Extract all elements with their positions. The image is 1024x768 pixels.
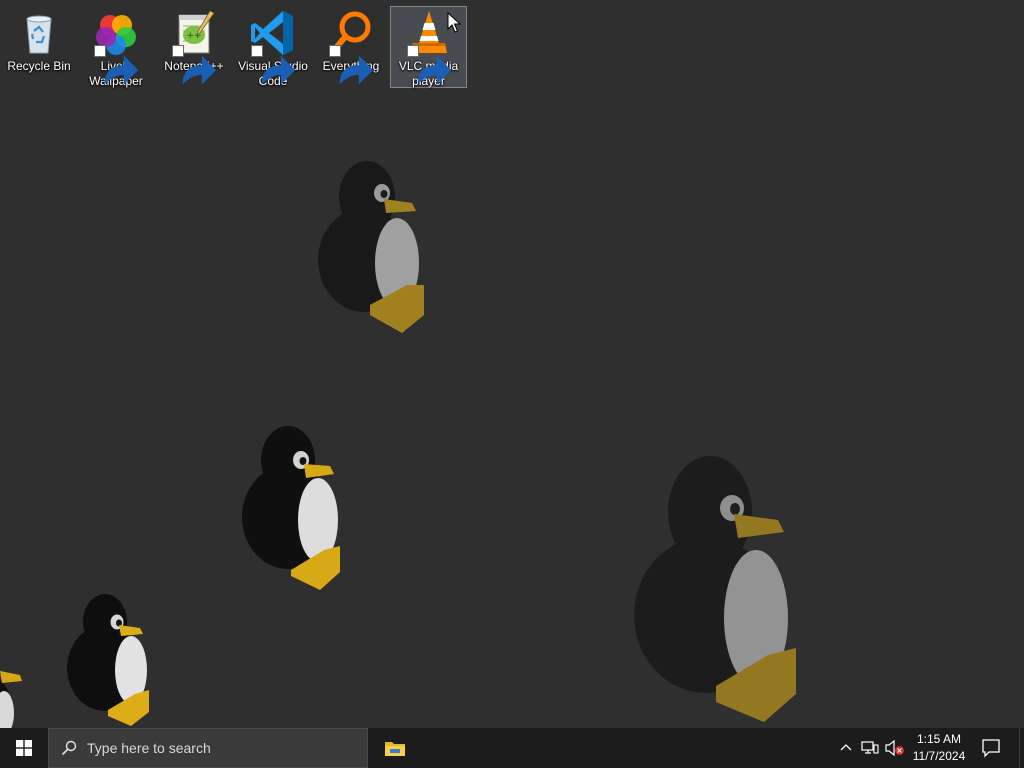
- search-placeholder: Type here to search: [87, 740, 211, 756]
- desktop-icon-lively-wallpaper[interactable]: Lively Wallpaper: [78, 6, 154, 88]
- vscode-icon: [249, 9, 297, 85]
- windows-logo-icon: [16, 740, 32, 756]
- file-explorer-icon: [385, 742, 405, 756]
- clock-time: 1:15 AM: [916, 732, 962, 746]
- everything-search-icon: [327, 9, 375, 85]
- action-center-icon: [982, 739, 1000, 758]
- desktop-icon-recycle-bin[interactable]: Recycle Bin: [1, 6, 77, 88]
- taskbar-search-box[interactable]: Type here to search: [48, 728, 368, 768]
- taskbar-clock[interactable]: 1:15 AM 11/7/2024: [906, 730, 972, 766]
- vlc-cone-icon: [405, 9, 453, 85]
- taskbar: Type here to search 1:15 AM 11/7/2024: [0, 728, 1024, 768]
- lively-wallpaper-icon: [92, 9, 140, 85]
- penguin-wallpaper-4: [628, 450, 798, 728]
- penguin-wallpaper-3: [63, 590, 158, 728]
- tray-network-button[interactable]: [861, 740, 879, 756]
- shortcut-arrow-icon: [329, 45, 374, 85]
- clock-date: 11/7/2024: [912, 749, 966, 763]
- desktop-icon-notepad-plus-plus[interactable]: ++ Notepad++: [156, 6, 232, 88]
- network-icon: [861, 741, 879, 754]
- search-icon: [62, 740, 77, 755]
- taskbar-file-explorer-button[interactable]: [372, 728, 418, 768]
- show-desktop-button[interactable]: [1019, 728, 1024, 768]
- penguin-wallpaper-2: [236, 422, 351, 597]
- penguin-wallpaper-1: [312, 155, 427, 335]
- volume-muted-icon: [885, 739, 904, 757]
- tray-overflow-button[interactable]: [838, 740, 854, 756]
- penguin-wallpaper-5: [0, 655, 30, 728]
- start-button[interactable]: [0, 728, 48, 768]
- desktop[interactable]: Recycle Bin Lively Wallpaper ++ Notepad+…: [0, 0, 1024, 728]
- mouse-cursor-icon: [447, 11, 462, 34]
- recycle-bin-icon: [15, 9, 63, 57]
- tray-volume-button[interactable]: [885, 739, 905, 757]
- desktop-icon-visual-studio-code[interactable]: Visual Studio Code: [235, 6, 311, 88]
- notepad-plus-plus-icon: ++: [170, 9, 218, 85]
- action-center-button[interactable]: [980, 738, 1002, 758]
- shortcut-arrow-icon: [406, 45, 451, 85]
- desktop-icon-label: Recycle Bin: [7, 59, 71, 73]
- chevron-up-icon: [840, 744, 852, 751]
- shortcut-arrow-icon: [251, 45, 296, 85]
- desktop-icon-everything[interactable]: Everything: [313, 6, 389, 88]
- shortcut-arrow-icon: [172, 45, 217, 85]
- shortcut-arrow-icon: [94, 45, 139, 85]
